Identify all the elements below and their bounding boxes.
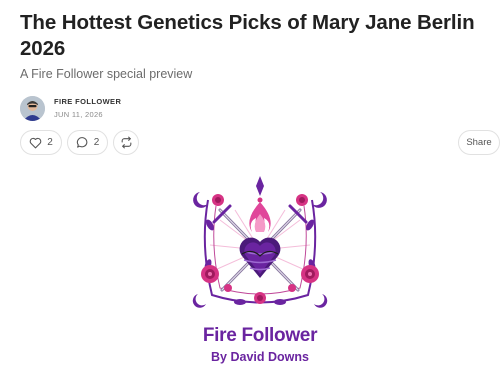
post-subtitle: A Fire Follower special preview	[20, 67, 193, 81]
cover-title: Fire Follower	[202, 325, 318, 346]
comment-button[interactable]: 2	[67, 130, 108, 155]
restack-icon	[120, 136, 133, 149]
post-title: The Hottest Genetics Picks of Mary Jane …	[20, 11, 475, 60]
heart-icon	[29, 137, 42, 149]
restack-button[interactable]	[113, 130, 139, 155]
fire-follower-logo	[192, 176, 328, 308]
comment-icon	[76, 136, 89, 149]
comment-count: 2	[93, 137, 100, 148]
author-name[interactable]: FIRE FOLLOWER	[54, 97, 121, 106]
cover-subtitle: By David Downs	[211, 350, 309, 364]
cover-image: Fire Follower By David Downs	[180, 170, 340, 383]
like-count: 2	[47, 137, 53, 148]
author-byline: FIRE FOLLOWER JUN 11, 2026	[20, 94, 121, 122]
post-date: JUN 11, 2026	[54, 110, 103, 119]
author-avatar[interactable]	[20, 95, 45, 121]
like-button[interactable]: 2	[20, 130, 62, 155]
share-button[interactable]: Share	[458, 130, 500, 155]
